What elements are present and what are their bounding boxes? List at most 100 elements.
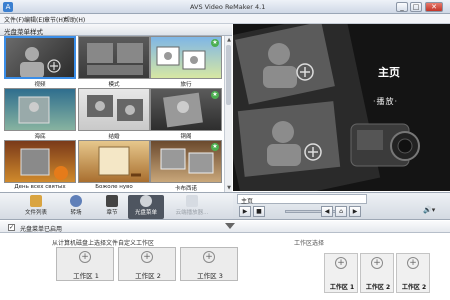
cloud-icon: [186, 195, 198, 207]
premium-badge-icon: ★: [211, 91, 219, 99]
work-area-slot[interactable]: + 工作区 1: [56, 247, 114, 281]
transitions-label: 转场: [70, 210, 82, 216]
halloween-scene-icon: [20, 148, 68, 180]
menu-style-tile[interactable]: 海底: [4, 88, 76, 140]
work-area-label: 工作区 1: [329, 284, 355, 291]
menu-style-label: 模式: [108, 82, 120, 88]
menu-style-tile[interactable]: Божоле нуво: [78, 140, 150, 192]
add-icon: +: [203, 251, 215, 263]
menu-style-thumbnail: ★: [150, 88, 222, 131]
app-icon: A: [3, 2, 13, 12]
file-list-button[interactable]: 文件列表: [18, 195, 54, 219]
play-button[interactable]: ▶: [239, 206, 251, 217]
home-button[interactable]: ⌂: [335, 206, 347, 217]
preview-play-label[interactable]: ·播放·: [373, 96, 398, 107]
work-area-panel: 从计算机磁盘上选择文件自定义工作区 + 工作区 1 + 工作区 2 + 工作区 …: [0, 233, 450, 300]
menu-style-thumbnail: [78, 36, 150, 79]
add-icon: +: [141, 251, 153, 263]
disc-icon: [140, 195, 152, 207]
work-area-slot[interactable]: + 工作区 2: [118, 247, 176, 281]
disc-menu-header-label: 光盘菜单已启用: [20, 226, 63, 233]
work-area-label: 工作区 3: [197, 272, 223, 280]
chapters-label: 章节: [106, 210, 118, 216]
disc-menu-header: ✓ 光盘菜单已启用: [0, 221, 450, 233]
menu-style-label: 旅行: [180, 82, 192, 88]
work-area-label: 工作区 2: [135, 272, 161, 280]
title-bar: A AVS Video ReMaker 4.1 _ □ ✕: [0, 0, 450, 14]
menu-style-tile[interactable]: 结婚: [78, 88, 150, 140]
menu-chapter[interactable]: 章节(H): [44, 15, 65, 24]
wedding-scene-icon: [87, 95, 143, 121]
transitions-button[interactable]: 转场: [58, 195, 94, 219]
work-area-side-hint: 工作区选择: [294, 240, 325, 247]
frame-placeholder-icon: [87, 43, 143, 75]
add-icon: +: [371, 257, 383, 269]
work-area-label: 工作区 1: [73, 272, 99, 280]
wine-scene-icon: [98, 146, 141, 177]
menu-style-tile[interactable]: ★ 卡布西诺: [150, 140, 222, 192]
menu-style-grid: 视频 模式 ★ 旅行 海底 结婚 ★ 铜阁 День всех святых Б…: [0, 36, 224, 192]
menu-style-label: 视频: [34, 82, 46, 88]
menu-help[interactable]: 帮助(H): [64, 15, 85, 24]
close-button[interactable]: ✕: [425, 2, 443, 12]
disc-menu-button[interactable]: 光盘菜单: [128, 195, 164, 219]
menu-style-thumbnail: [4, 88, 76, 131]
menu-style-label: 结婚: [108, 134, 120, 140]
main-toolbar: 文件列表 转场 章节 光盘菜单 云端播放器...: [0, 192, 233, 220]
menu-edit[interactable]: 编辑(E): [24, 15, 44, 24]
chapters-button[interactable]: 章节: [94, 195, 130, 219]
menu-style-label: День всех святых: [14, 184, 66, 190]
menu-style-label: 海底: [34, 134, 46, 140]
menu-style-tile[interactable]: 视频: [4, 36, 76, 88]
menu-preview: 主页 ·播放·: [233, 24, 450, 191]
add-icon: +: [79, 251, 91, 263]
film-icon: [106, 195, 118, 207]
previous-button[interactable]: ◀: [321, 206, 333, 217]
work-area-label: 工作区 2: [365, 284, 391, 291]
preview-menu-title: 主页: [378, 66, 400, 79]
disc-menu-enabled-checkbox[interactable]: ✓: [8, 224, 15, 231]
volume-icon[interactable]: 🔊▾: [423, 206, 445, 217]
menu-style-thumbnail: [4, 36, 76, 79]
work-area-sidebar: 工作区选择 + 工作区 1 + 工作区 2 + 工作区 2: [290, 235, 450, 300]
work-area-slot[interactable]: + 工作区 2: [360, 253, 394, 293]
minimize-button[interactable]: _: [396, 2, 408, 12]
menu-bar: 文件(F) 编辑(E) 章节(H) 帮助(H): [0, 14, 450, 24]
scroll-up-icon[interactable]: ▲: [225, 36, 233, 44]
menu-style-thumbnail: [4, 140, 76, 183]
premium-badge-icon: ★: [211, 143, 219, 151]
menu-style-header: 光盘菜单样式: [0, 24, 232, 36]
menu-style-thumbnail: ★: [150, 36, 222, 79]
person-placeholder-icon: [20, 47, 61, 77]
disc-menu-label: 光盘菜单: [134, 210, 157, 216]
menu-style-thumbnail: ★: [150, 140, 222, 183]
collapse-icon[interactable]: [225, 223, 235, 229]
work-area-hint: 从计算机磁盘上选择文件自定义工作区: [52, 240, 155, 247]
scroll-thumb[interactable]: [226, 45, 231, 105]
menu-file[interactable]: 文件(F): [4, 15, 24, 24]
menu-style-tile[interactable]: 模式: [78, 36, 150, 88]
next-button[interactable]: ▶: [349, 206, 361, 217]
menu-style-scrollbar[interactable]: ▲ ▼: [224, 36, 232, 192]
film-strip-graphic: [233, 24, 420, 191]
work-area-slot[interactable]: + 工作区 3: [180, 247, 238, 281]
premium-badge-icon: ★: [211, 39, 219, 47]
maximize-button[interactable]: □: [410, 2, 422, 12]
menu-style-tile[interactable]: День всех святых: [4, 140, 76, 192]
menu-style-thumbnail: [78, 88, 150, 131]
menu-style-tile[interactable]: ★ 铜阁: [150, 88, 222, 140]
player-controls: 主页 ▶ ■ ◀ ⌂ ▶ 🔊▾: [233, 192, 450, 220]
scroll-down-icon[interactable]: ▼: [225, 184, 233, 192]
window-title: AVS Video ReMaker 4.1: [190, 3, 266, 11]
menu-style-tile[interactable]: ★ 旅行: [150, 36, 222, 88]
add-icon: +: [407, 257, 419, 269]
cloud-player-button[interactable]: 云端播放器...: [168, 195, 216, 219]
stop-button[interactable]: ■: [253, 206, 265, 217]
menu-style-label: 铜阁: [180, 134, 192, 140]
work-area-slot[interactable]: + 工作区 1: [324, 253, 358, 293]
chapter-selector[interactable]: 主页: [237, 194, 367, 205]
work-area-slot[interactable]: + 工作区 2: [396, 253, 430, 293]
underwater-scene-icon: [18, 96, 50, 124]
work-area-label: 工作区 2: [401, 284, 427, 291]
cloud-player-label: 云端播放器...: [175, 210, 209, 216]
